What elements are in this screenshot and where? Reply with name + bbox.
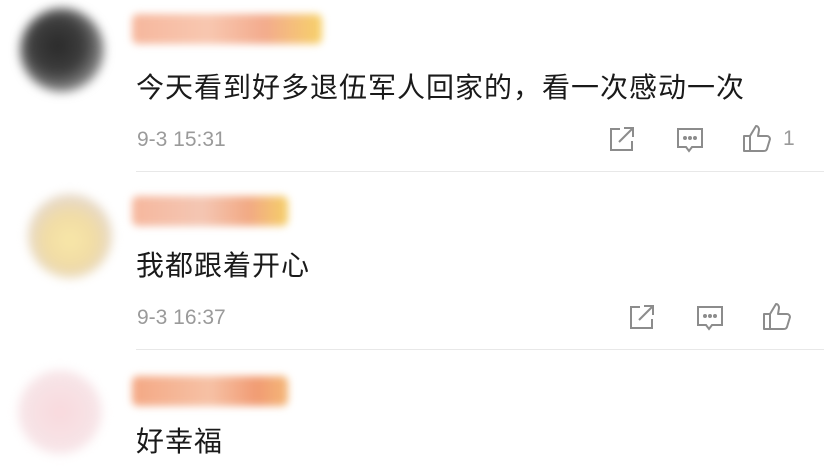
avatar[interactable] bbox=[18, 370, 102, 454]
username[interactable] bbox=[132, 14, 322, 44]
username[interactable] bbox=[132, 376, 288, 406]
share-icon[interactable] bbox=[606, 123, 638, 155]
comment-time: 9-3 16:37 bbox=[137, 306, 226, 329]
comment-icon[interactable] bbox=[674, 124, 706, 156]
divider bbox=[136, 349, 824, 350]
comment-text: 我都跟着开心 bbox=[136, 249, 311, 282]
thumbs-up-icon[interactable] bbox=[741, 122, 773, 154]
divider bbox=[136, 171, 824, 172]
comment-icon[interactable] bbox=[694, 302, 726, 334]
like-count: 1 bbox=[783, 127, 795, 150]
comment-time: 9-3 15:31 bbox=[137, 128, 226, 151]
comment-item: 今天看到好多退伍军人回家的，看一次感动一次 9-3 15:31 1 bbox=[0, 0, 824, 172]
avatar[interactable] bbox=[20, 8, 104, 92]
thumbs-up-icon[interactable] bbox=[761, 300, 793, 332]
comment-text: 好幸福 bbox=[136, 425, 224, 458]
username[interactable] bbox=[132, 196, 288, 226]
share-icon[interactable] bbox=[626, 301, 658, 333]
comment-text: 今天看到好多退伍军人回家的，看一次感动一次 bbox=[136, 71, 746, 104]
comment-item: 好幸福 bbox=[0, 364, 824, 475]
comment-item: 我都跟着开心 9-3 16:37 bbox=[0, 188, 824, 350]
avatar[interactable] bbox=[28, 194, 112, 278]
